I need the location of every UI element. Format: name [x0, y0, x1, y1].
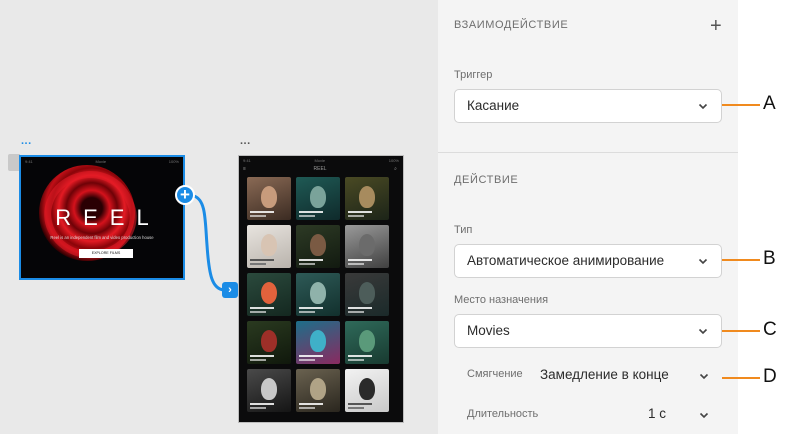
chevron-down-icon	[698, 103, 708, 110]
destination-value: Movies	[467, 323, 510, 338]
trigger-value: Касание	[467, 98, 520, 113]
movie-tile[interactable]	[296, 321, 340, 364]
movies-status-time: 9:41	[243, 158, 251, 163]
chevron-down-icon	[699, 373, 709, 380]
trigger-dropdown[interactable]: Касание	[454, 89, 722, 123]
action-section-title: ДЕЙСТВИЕ	[454, 174, 519, 186]
movie-tile[interactable]	[247, 225, 291, 268]
easing-label: Смягчение	[467, 368, 523, 380]
plus-icon[interactable]: +	[710, 16, 722, 36]
movie-tile[interactable]	[247, 321, 291, 364]
movie-tile[interactable]	[296, 177, 340, 220]
callout-a: A	[763, 93, 776, 114]
interaction-section-title: ВЗАИМОДЕЙСТВИЕ	[454, 19, 569, 31]
movie-tile[interactable]	[296, 225, 340, 268]
chevron-down-icon	[698, 328, 708, 335]
callout-b: B	[763, 248, 776, 269]
chevron-down-icon	[698, 258, 708, 265]
movie-tile[interactable]	[345, 177, 389, 220]
movies-nav-bar: ≡ REEL ⌕	[243, 166, 397, 172]
easing-dropdown[interactable]: Замедление в конце	[536, 362, 722, 388]
trigger-label: Триггер	[454, 69, 493, 81]
artboard-movies[interactable]: 9:41 Movie 100% ≡ REEL ⌕	[238, 155, 404, 423]
chevron-down-icon	[699, 412, 709, 419]
duration-label: Длительность	[467, 408, 539, 420]
callout-c: C	[763, 319, 777, 340]
movie-tile[interactable]	[247, 273, 291, 316]
section-divider	[438, 152, 738, 153]
callout-line-d	[722, 377, 760, 379]
movie-tile[interactable]	[247, 177, 291, 220]
movie-poster-grid	[247, 177, 389, 412]
type-value: Автоматическое анимирование	[467, 253, 665, 268]
destination-dropdown[interactable]: Movies	[454, 314, 722, 348]
callout-line-a	[722, 104, 760, 106]
callout-line-c	[722, 330, 760, 332]
movie-tile[interactable]	[345, 225, 389, 268]
duration-value: 1 с	[648, 406, 667, 421]
prototype-properties-panel: ВЗАИМОДЕЙСТВИЕ + Триггер Касание ДЕЙСТВИ…	[438, 0, 738, 434]
movie-tile[interactable]	[345, 369, 389, 412]
movie-tile[interactable]	[247, 369, 291, 412]
search-icon: ⌕	[394, 166, 397, 172]
design-canvas[interactable]: ... ... 9:41 Movie 100% REEL Reel is an …	[0, 0, 438, 434]
type-dropdown[interactable]: Автоматическое анимирование	[454, 244, 722, 278]
movie-tile[interactable]	[345, 273, 389, 316]
callout-d: D	[763, 366, 777, 387]
callout-line-b	[722, 259, 760, 261]
movie-tile[interactable]	[296, 369, 340, 412]
movie-tile[interactable]	[345, 321, 389, 364]
movies-status-app: Movie	[314, 158, 326, 163]
easing-value: Замедление в конце	[540, 367, 669, 382]
type-label: Тип	[454, 224, 473, 236]
movies-status-battery: 100%	[388, 158, 399, 163]
movies-nav-title: REEL	[313, 166, 327, 172]
destination-label: Место назначения	[454, 294, 549, 306]
movies-status-bar: 9:41 Movie 100%	[243, 158, 399, 163]
menu-icon: ≡	[243, 166, 246, 172]
duration-dropdown[interactable]: 1 с	[636, 401, 722, 427]
xd-prototype-screen: ... ... 9:41 Movie 100% REEL Reel is an …	[0, 0, 792, 434]
plus-circle-icon[interactable]: +	[175, 185, 195, 205]
chevron-right-icon[interactable]: ›	[222, 282, 238, 298]
movie-tile[interactable]	[296, 273, 340, 316]
